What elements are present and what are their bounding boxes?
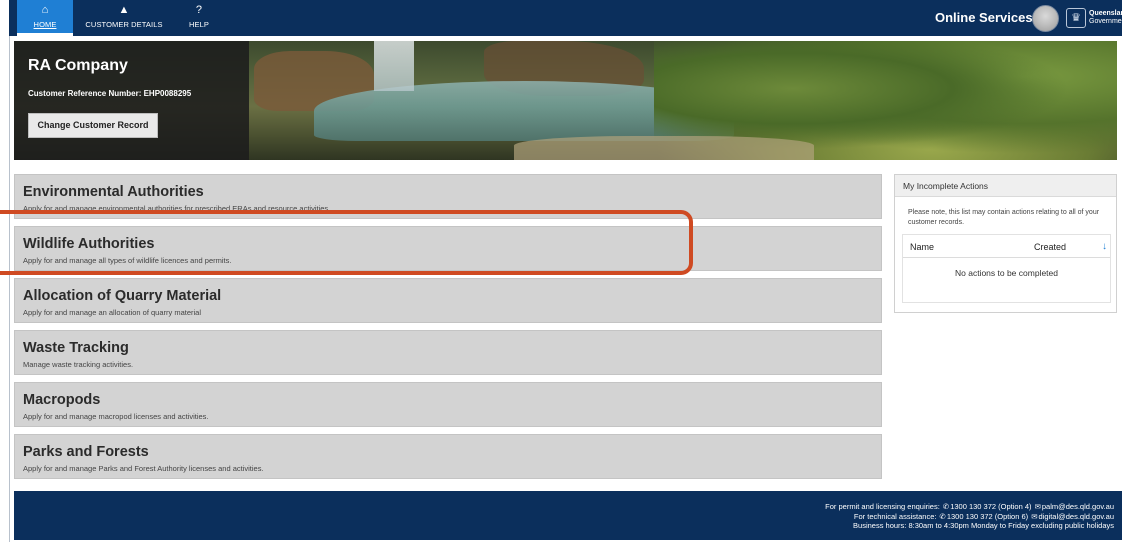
nav-customer-details-label: CUSTOMER DETAILS	[85, 20, 163, 29]
service-description: Apply for and manage Parks and Forest Au…	[23, 464, 264, 473]
queensland-government-logo: ♛ Queenslan Governmen	[1066, 6, 1122, 30]
footer-permit-phone[interactable]: 1300 130 372 (Option 4)	[950, 502, 1031, 511]
service-description: Apply for and manage macropod licenses a…	[23, 412, 209, 421]
highlight-annotation	[8, 210, 693, 275]
help-icon: ?	[195, 4, 203, 16]
email-icon: ✉	[1034, 502, 1041, 511]
footer: For permit and licensing enquiries: ✆130…	[14, 491, 1122, 540]
top-nav-bar: ⌂ HOME ▲ CUSTOMER DETAILS ? HELP Online …	[9, 0, 1122, 36]
phone-icon: ✆	[942, 502, 950, 511]
column-header-created[interactable]: Created	[1034, 242, 1066, 252]
page-left-border	[9, 36, 10, 542]
nav-help-label: HELP	[189, 20, 209, 29]
company-name: RA Company	[28, 57, 128, 74]
online-services-menu[interactable]: Online Services▼	[935, 10, 1044, 25]
service-card-waste-tracking[interactable]: Waste Tracking Manage waste tracking act…	[14, 330, 882, 375]
nav-help[interactable]: ? HELP	[181, 0, 217, 36]
service-card-allocation-of-quarry-material[interactable]: Allocation of Quarry Material Apply for …	[14, 278, 882, 323]
customer-reference: Customer Reference Number: EHP0088295	[28, 89, 192, 98]
service-description: Manage waste tracking activities.	[23, 360, 134, 369]
nav-home-label: HOME	[33, 20, 57, 29]
service-title: Environmental Authorities	[23, 184, 204, 200]
service-title: Waste Tracking	[23, 340, 129, 356]
customer-panel: RA Company Customer Reference Number: EH…	[14, 41, 249, 160]
online-services-label: Online Services	[935, 10, 1033, 25]
footer-permit-email[interactable]: palm@des.qld.gov.au	[1042, 502, 1114, 511]
footer-line-technical: For technical assistance: ✆1300 130 372 …	[853, 511, 1114, 521]
service-title: Parks and Forests	[23, 444, 149, 460]
service-description: Apply for and manage an allocation of qu…	[23, 308, 202, 317]
incomplete-actions-panel: My Incomplete Actions Please note, this …	[894, 174, 1117, 313]
service-title: Macropods	[23, 392, 101, 408]
footer-line-permits: For permit and licensing enquiries: ✆130…	[825, 502, 1114, 511]
incomplete-actions-title: My Incomplete Actions	[895, 175, 1116, 197]
change-customer-record-button[interactable]: Change Customer Record	[28, 113, 158, 138]
home-icon: ⌂	[41, 4, 49, 16]
incomplete-actions-table: Name Created ↓ No actions to be complete…	[902, 234, 1111, 303]
hero-banner: RA Company Customer Reference Number: EH…	[14, 41, 1117, 160]
sort-down-icon[interactable]: ↓	[1102, 241, 1107, 252]
nav-home[interactable]: ⌂ HOME	[17, 0, 73, 36]
crest-icon: ♛	[1066, 8, 1086, 28]
logo-line-1: Queenslan	[1089, 10, 1122, 17]
nav-customer-details[interactable]: ▲ CUSTOMER DETAILS	[83, 0, 165, 36]
person-icon: ▲	[118, 4, 130, 16]
column-header-name[interactable]: Name	[910, 242, 934, 252]
logo-line-2: Governmen	[1089, 18, 1122, 25]
incomplete-actions-note: Please note, this list may contain actio…	[908, 209, 1100, 226]
highlight-annotation-edge	[0, 271, 10, 275]
footer-technical-phone[interactable]: 1300 130 372 (Option 6)	[947, 512, 1028, 521]
user-avatar[interactable]	[1032, 5, 1059, 32]
email-icon: ✉	[1031, 511, 1038, 521]
highlight-annotation-edge	[0, 210, 10, 214]
footer-business-hours: Business hours: 8:30am to 4:30pm Monday …	[853, 521, 1114, 530]
phone-icon: ✆	[939, 511, 946, 521]
service-title: Allocation of Quarry Material	[23, 288, 222, 304]
service-card-macropods[interactable]: Macropods Apply for and manage macropod …	[14, 382, 882, 427]
service-card-parks-and-forests[interactable]: Parks and Forests Apply for and manage P…	[14, 434, 882, 479]
footer-technical-email[interactable]: digital@des.qld.gov.au	[1039, 512, 1114, 521]
empty-state-message: No actions to be completed	[954, 268, 1058, 278]
